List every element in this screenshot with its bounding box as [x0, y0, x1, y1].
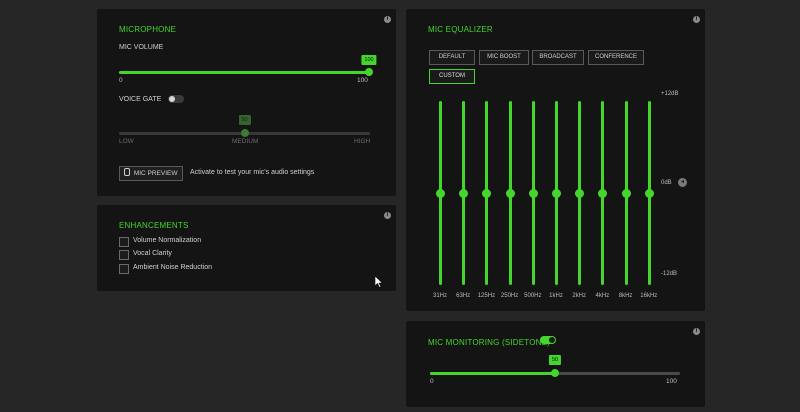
info-icon[interactable]: i — [693, 328, 700, 335]
info-icon[interactable]: i — [384, 212, 391, 219]
sidetone-thumb[interactable] — [551, 369, 559, 377]
preset-broadcast[interactable]: BROADCAST — [532, 50, 584, 65]
checkbox-label: Ambient Noise Reduction — [133, 264, 212, 271]
eq-band-8khz[interactable]: 8kHz — [616, 101, 636, 301]
sidetone-min: 0 — [430, 378, 434, 385]
eq-band-label: 16kHz — [640, 293, 658, 299]
eq-band-thumb[interactable] — [482, 189, 492, 198]
mic-equalizer-title: MIC EQUALIZER — [428, 25, 493, 34]
enhancements-panel: i ENHANCEMENTS Volume Normalization Voca… — [97, 205, 396, 291]
eq-band-thumb[interactable] — [436, 189, 445, 198]
mic-preview-label: MIC PREVIEW — [133, 170, 178, 177]
checkbox-label: Volume Normalization — [133, 237, 202, 244]
info-icon[interactable]: i — [693, 16, 700, 23]
mic-volume-fill — [119, 71, 369, 74]
mic-volume-max: 100 — [357, 77, 368, 84]
mic-volume-thumb[interactable] — [365, 68, 373, 76]
mic-equalizer-panel: i MIC EQUALIZER DEFAULT MIC BOOST BROADC… — [406, 9, 705, 311]
checkbox[interactable] — [119, 250, 129, 260]
db-mid-label: 0dB — [661, 180, 672, 186]
eq-band-thumb[interactable] — [598, 189, 608, 198]
eq-band-thumb[interactable] — [505, 189, 515, 198]
eq-band-31hz[interactable]: 31Hz — [430, 101, 450, 301]
eq-band-16khz[interactable]: 16kHz — [639, 101, 659, 301]
preset-conference[interactable]: CONFERENCE — [588, 50, 644, 65]
mic-monitoring-title: MIC MONITORING (SIDETONE) — [428, 338, 551, 347]
mouse-cursor-icon — [375, 276, 383, 288]
sidetone-value: 50 — [548, 355, 562, 365]
voice-gate-label: VOICE GATE — [119, 96, 162, 103]
eq-band-4khz[interactable]: 4kHz — [592, 101, 612, 301]
eq-band-125hz[interactable]: 125Hz — [476, 101, 496, 301]
eq-band-thumb[interactable] — [552, 189, 561, 198]
voice-gate-medium: MEDIUM — [232, 138, 259, 145]
info-icon[interactable]: i — [384, 16, 391, 23]
sidetone-fill — [430, 372, 555, 375]
voice-gate-slider[interactable] — [119, 129, 370, 137]
db-bottom-label: -12dB — [661, 271, 678, 277]
preset-default[interactable]: DEFAULT — [429, 50, 475, 65]
db-top-label: +12dB — [661, 91, 679, 97]
eq-band-2khz[interactable]: 2kHz — [569, 101, 589, 301]
eq-band-thumb[interactable] — [575, 189, 585, 198]
checkbox-label: Vocal Clarity — [133, 250, 172, 257]
eq-band-63hz[interactable]: 63Hz — [453, 101, 473, 301]
mic-monitoring-toggle-knob — [549, 337, 555, 343]
preset-custom[interactable]: CUSTOM — [429, 69, 475, 84]
mic-monitoring-panel: i MIC MONITORING (SIDETONE) 50 0 100 — [406, 321, 705, 407]
voice-gate-toggle-knob — [169, 96, 175, 102]
sidetone-slider[interactable] — [430, 369, 680, 377]
voice-gate-thumb[interactable] — [240, 129, 249, 137]
microphone-title: MICROPHONE — [119, 25, 177, 34]
mic-monitoring-toggle[interactable] — [540, 336, 556, 344]
mic-preview-hint: Activate to test your mic's audio settin… — [190, 169, 315, 176]
microphone-panel: i MICROPHONE MIC VOLUME 100 0 100 VOICE … — [97, 9, 396, 196]
eq-band-thumb[interactable] — [459, 189, 469, 198]
microphone-icon — [124, 168, 130, 176]
mic-volume-label: MIC VOLUME — [119, 44, 164, 51]
reset-icon[interactable]: ◂ — [678, 178, 687, 187]
enhancements-title: ENHANCEMENTS — [119, 221, 189, 230]
eq-band-thumb[interactable] — [528, 189, 538, 198]
checkbox[interactable] — [119, 237, 129, 247]
mic-preview-button[interactable]: MIC PREVIEW — [119, 166, 183, 181]
voice-gate-high: HIGH — [354, 138, 371, 145]
voice-gate-low: LOW — [119, 138, 134, 145]
voice-gate-toggle[interactable] — [168, 95, 184, 103]
voice-gate-value: 50 — [238, 115, 251, 125]
eq-band-500hz[interactable]: 500Hz — [523, 101, 543, 301]
eq-band-thumb[interactable] — [644, 189, 654, 198]
mic-volume-slider[interactable] — [119, 68, 373, 76]
eq-band-1khz[interactable]: 1kHz — [546, 101, 566, 301]
eq-band-250hz[interactable]: 250Hz — [500, 101, 520, 301]
preset-mic-boost[interactable]: MIC BOOST — [479, 50, 529, 65]
checkbox[interactable] — [119, 264, 129, 274]
eq-band-thumb[interactable] — [621, 189, 631, 198]
mic-volume-min: 0 — [119, 77, 123, 84]
sidetone-max: 100 — [666, 378, 677, 385]
mic-volume-value: 100 — [361, 55, 377, 65]
